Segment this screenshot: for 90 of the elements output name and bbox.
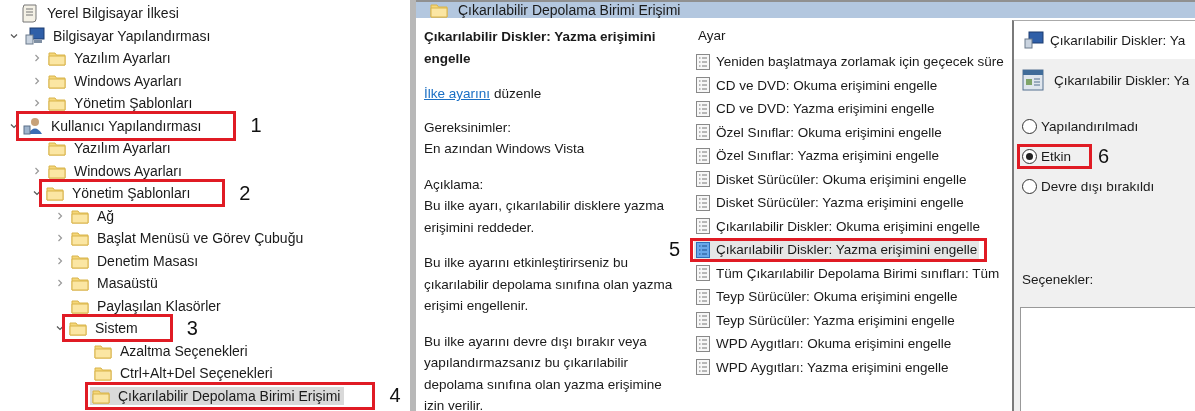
folder-icon xyxy=(48,72,66,89)
column-header[interactable]: Ayar xyxy=(694,26,726,50)
tree-item[interactable]: Çıkarılabilir Depolama Birimi Erişimi xyxy=(90,386,345,405)
settings-window-icon xyxy=(1022,69,1044,91)
tree-item[interactable]: Denetim Masası xyxy=(69,251,203,270)
chevron-icon[interactable] xyxy=(55,255,65,266)
chevron-icon[interactable] xyxy=(32,165,42,176)
scroll-icon xyxy=(21,3,39,24)
setting-row[interactable]: Disket Sürücüler: Okuma erişimini engelle xyxy=(694,170,969,189)
folder-icon xyxy=(69,320,87,337)
folder-icon xyxy=(48,50,66,67)
setting-row[interactable]: Yeniden başlatmaya zorlamak için geçecek süre xyxy=(694,52,1006,71)
callout-number: 1 xyxy=(250,114,262,138)
tree-item[interactable]: Ağ xyxy=(69,206,119,225)
folder-icon xyxy=(48,95,66,112)
tree-item[interactable]: Paylaşılan Klasörler xyxy=(69,296,225,315)
tree-item[interactable]: Yazılım Ayarları xyxy=(46,49,175,68)
callout-number: 2 xyxy=(239,181,251,205)
setting-icon xyxy=(696,53,710,70)
setting-row[interactable]: Teyp Sürücüler: Okuma erişimini engelle xyxy=(694,287,960,306)
tree-item[interactable]: Masaüstü xyxy=(69,274,162,293)
user-icon xyxy=(23,116,43,135)
folder-icon xyxy=(46,185,64,202)
tree-item[interactable]: Yönetim Şablonları xyxy=(46,94,197,113)
options-label: Seçenekler: xyxy=(1022,272,1095,287)
folder-icon xyxy=(71,275,89,292)
callout-number: 6 xyxy=(1098,145,1110,168)
setting-icon xyxy=(696,241,710,258)
setting-icon xyxy=(696,171,710,188)
setting-row[interactable]: Özel Sınıflar: Yazma erişimini engelle xyxy=(694,146,942,165)
tree-item[interactable]: Ctrl+Alt+Del Seçenekleri xyxy=(92,364,277,383)
description-paragraph: Açıklama: Bu ilke ayarı, çıkarılabilir disklere yazma erişimini reddeder. xyxy=(424,175,666,237)
setting-icon xyxy=(696,312,710,329)
folder-icon xyxy=(71,297,89,314)
chevron-icon[interactable] xyxy=(32,75,42,86)
computer-icon xyxy=(25,26,45,45)
tree-item[interactable]: Windows Ayarları xyxy=(46,161,186,180)
setting-icon xyxy=(696,359,710,376)
setting-row[interactable]: Çıkarılabilir Diskler: Yazma erişimini engelle xyxy=(694,240,980,259)
radio-option[interactable]: Devre dışı bırakıldı xyxy=(1022,179,1155,194)
chevron-icon[interactable] xyxy=(32,98,42,109)
setting-icon xyxy=(696,288,710,305)
tree-item[interactable]: Başlat Menüsü ve Görev Çubuğu xyxy=(69,229,308,248)
setting-row[interactable]: Özel Sınıflar: Okuma erişimini engelle xyxy=(694,123,944,142)
policy-title: Çıkarılabilir Diskler: Yazma erişimini engelle xyxy=(424,28,657,68)
setting-name: Çıkarılabilir Diskler: Ya xyxy=(1054,72,1190,88)
setting-row[interactable]: WPD Aygıtları: Okuma erişimini engelle xyxy=(694,334,954,353)
callout-number: 4 xyxy=(389,384,401,408)
setting-row[interactable]: WPD Aygıtları: Yazma erişimini engelle xyxy=(694,358,951,377)
setting-row[interactable]: CD ve DVD: Yazma erişimini engelle xyxy=(694,99,937,118)
setting-icon xyxy=(696,265,710,282)
description-paragraph: Bu ilke ayarını devre dışı bırakır veya yapılandırmazsanız bu çıkarılabilir depolama sınıfına olan yazma erişimine izin verilir. xyxy=(424,332,663,411)
setting-icon xyxy=(696,100,710,117)
setting-icon xyxy=(696,77,710,94)
setting-icon xyxy=(696,335,710,352)
setting-icon xyxy=(696,218,710,235)
setting-row[interactable]: Disket Sürücüler: Yazma erişimini engelle xyxy=(694,193,966,212)
edit-policy-link[interactable]: İlke ayarını xyxy=(424,83,491,105)
chevron-icon[interactable] xyxy=(32,53,42,64)
radio-option[interactable]: Yapılandırılmadı xyxy=(1022,119,1139,134)
folder-icon xyxy=(48,140,66,157)
tree-item[interactable]: Yazılım Ayarları xyxy=(46,139,175,158)
setting-row[interactable]: Tüm Çıkarılabilir Depolama Birimi sınıfları: Tüm xyxy=(694,264,1002,283)
setting-row[interactable]: Çıkarılabilir Diskler: Okuma erişimini engelle xyxy=(694,217,983,236)
folder-icon xyxy=(48,162,66,179)
folder-icon xyxy=(430,2,448,18)
setting-row[interactable]: CD ve DVD: Okuma erişimini engelle xyxy=(694,76,940,95)
chevron-icon[interactable] xyxy=(55,278,65,289)
folder-icon xyxy=(94,365,112,382)
setting-icon xyxy=(696,124,710,141)
setting-icon xyxy=(696,147,710,164)
chevron-icon[interactable] xyxy=(55,233,65,244)
tree-item[interactable]: Azaltma Seçenekleri xyxy=(92,341,252,360)
callout-number: 3 xyxy=(186,316,198,340)
edit-text: düzenle xyxy=(494,85,542,103)
pane-title: Çıkarılabilir Depolama Birimi Erişimi xyxy=(458,2,681,18)
tree-item[interactable]: Yerel Bilgisayar İlkesi xyxy=(19,2,183,25)
setting-row[interactable]: Teyp Sürücüler: Yazma erişimini engelle xyxy=(694,311,957,330)
folder-icon xyxy=(71,252,89,269)
setting-icon xyxy=(696,194,710,211)
folder-icon xyxy=(71,207,89,224)
chevron-icon[interactable] xyxy=(55,210,65,221)
folder-icon xyxy=(71,230,89,247)
tree-item[interactable]: Windows Ayarları xyxy=(46,71,186,90)
dialog-title: Çıkarılabilir Diskler: Ya xyxy=(1050,32,1186,48)
tree-item[interactable]: Bilgisayar Yapılandırması xyxy=(23,25,215,46)
description-paragraph: Gereksinimler: En azından Windows Vista xyxy=(424,118,586,158)
folder-icon xyxy=(94,342,112,359)
folder-icon xyxy=(92,387,110,404)
computer-icon xyxy=(1024,31,1044,49)
